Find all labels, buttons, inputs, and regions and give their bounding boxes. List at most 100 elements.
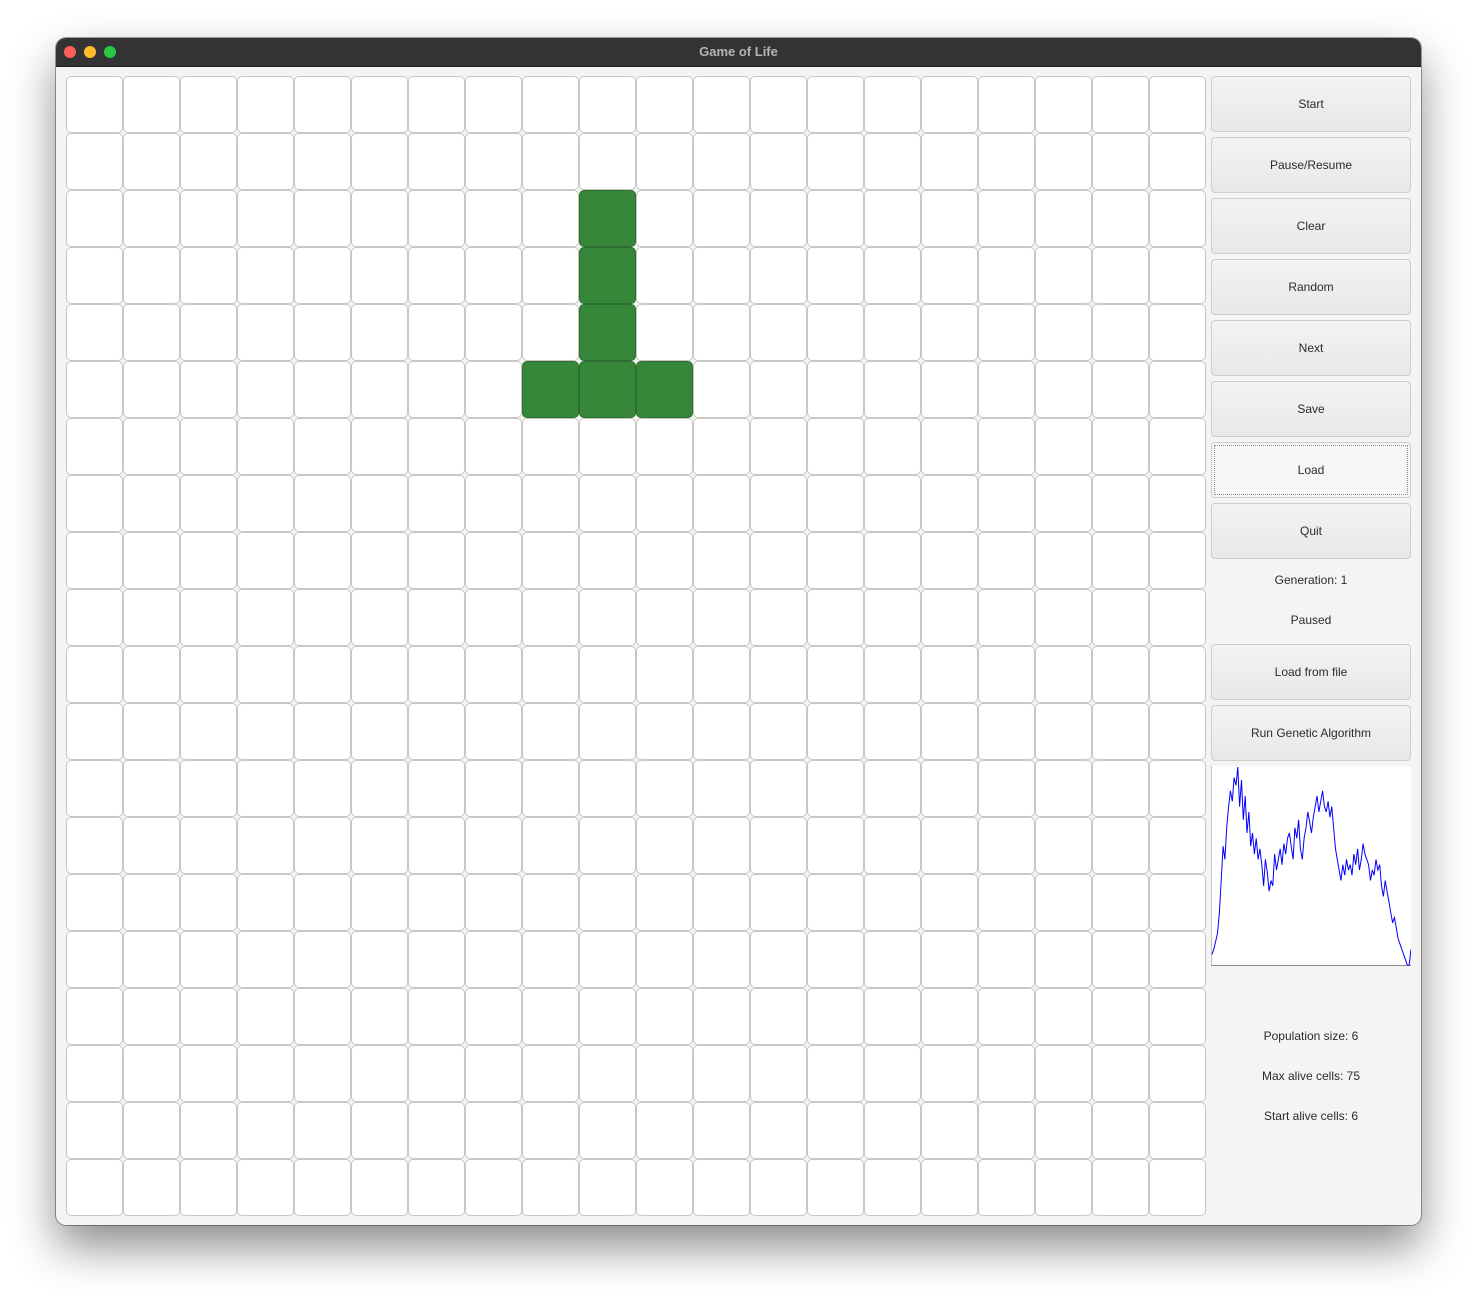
board-cell[interactable] <box>66 988 123 1045</box>
board-cell[interactable] <box>807 133 864 190</box>
board-cell[interactable] <box>921 361 978 418</box>
board-cell[interactable] <box>978 133 1035 190</box>
board-cell[interactable] <box>522 475 579 532</box>
board-cell[interactable] <box>1092 817 1149 874</box>
board-cell[interactable] <box>351 760 408 817</box>
board-cell[interactable] <box>807 76 864 133</box>
board-cell[interactable] <box>921 589 978 646</box>
board-cell[interactable] <box>1092 475 1149 532</box>
board-cell[interactable] <box>294 817 351 874</box>
board-cell[interactable] <box>1149 874 1206 931</box>
board-cell[interactable] <box>1092 646 1149 703</box>
board-cell[interactable] <box>978 931 1035 988</box>
board-cell[interactable] <box>693 646 750 703</box>
board-cell[interactable] <box>180 475 237 532</box>
board-cell[interactable] <box>978 361 1035 418</box>
board-cell[interactable] <box>978 760 1035 817</box>
board-cell[interactable] <box>864 589 921 646</box>
board-cell[interactable] <box>1035 247 1092 304</box>
board-cell[interactable] <box>864 874 921 931</box>
board-cell[interactable] <box>522 1102 579 1159</box>
board-cell[interactable] <box>636 646 693 703</box>
board-cell[interactable] <box>864 988 921 1045</box>
board-cell[interactable] <box>579 931 636 988</box>
board-cell[interactable] <box>636 190 693 247</box>
board-cell[interactable] <box>693 988 750 1045</box>
board-cell[interactable] <box>864 1045 921 1102</box>
board-cell[interactable] <box>351 133 408 190</box>
board-cell[interactable] <box>807 190 864 247</box>
board-cell[interactable] <box>1035 475 1092 532</box>
board-cell[interactable] <box>864 133 921 190</box>
board-cell[interactable] <box>807 703 864 760</box>
board-cell[interactable] <box>294 760 351 817</box>
board-cell[interactable] <box>465 760 522 817</box>
board-cell[interactable] <box>636 817 693 874</box>
board-cell[interactable] <box>807 475 864 532</box>
board-cell[interactable] <box>864 703 921 760</box>
board-cell[interactable] <box>750 247 807 304</box>
board-cell[interactable] <box>1035 133 1092 190</box>
board-cell[interactable] <box>1149 646 1206 703</box>
board-cell-alive[interactable] <box>579 361 636 418</box>
board-cell[interactable] <box>123 304 180 361</box>
board-cell[interactable] <box>180 760 237 817</box>
board-cell[interactable] <box>66 532 123 589</box>
board-cell[interactable] <box>1035 931 1092 988</box>
board-cell[interactable] <box>237 589 294 646</box>
board-cell[interactable] <box>579 703 636 760</box>
board-cell[interactable] <box>294 475 351 532</box>
board-cell[interactable] <box>408 988 465 1045</box>
board-cell[interactable] <box>237 1159 294 1216</box>
board-cell[interactable] <box>1035 646 1092 703</box>
board-cell[interactable] <box>66 247 123 304</box>
board-cell[interactable] <box>978 646 1035 703</box>
next-button[interactable]: Next <box>1211 320 1411 376</box>
board-cell[interactable] <box>237 361 294 418</box>
board-cell[interactable] <box>864 817 921 874</box>
board-cell[interactable] <box>123 817 180 874</box>
board-cell[interactable] <box>66 589 123 646</box>
board-cell[interactable] <box>351 1159 408 1216</box>
board-cell[interactable] <box>693 1045 750 1102</box>
board-cell[interactable] <box>636 1045 693 1102</box>
board-cell[interactable] <box>579 1159 636 1216</box>
board-cell[interactable] <box>750 76 807 133</box>
board-cell[interactable] <box>408 76 465 133</box>
board-cell[interactable] <box>522 76 579 133</box>
run-genetic-algorithm-button[interactable]: Run Genetic Algorithm <box>1211 705 1411 761</box>
board-cell[interactable] <box>864 475 921 532</box>
board-cell[interactable] <box>693 1159 750 1216</box>
board-cell[interactable] <box>66 304 123 361</box>
board-cell[interactable] <box>465 703 522 760</box>
board-cell[interactable] <box>1035 304 1092 361</box>
board-cell[interactable] <box>180 1102 237 1159</box>
board-cell[interactable] <box>921 817 978 874</box>
board-cell[interactable] <box>237 133 294 190</box>
board-cell[interactable] <box>180 646 237 703</box>
board-cell[interactable] <box>522 703 579 760</box>
board-cell[interactable] <box>408 589 465 646</box>
board-cell[interactable] <box>408 874 465 931</box>
board-cell[interactable] <box>1149 589 1206 646</box>
start-button[interactable]: Start <box>1211 76 1411 132</box>
board-cell[interactable] <box>66 76 123 133</box>
board-cell[interactable] <box>579 475 636 532</box>
board-cell[interactable] <box>180 931 237 988</box>
board-cell[interactable] <box>1035 874 1092 931</box>
board-cell[interactable] <box>636 874 693 931</box>
board-cell-alive[interactable] <box>579 190 636 247</box>
board-cell[interactable] <box>1035 760 1092 817</box>
board-cell[interactable] <box>750 646 807 703</box>
board-cell[interactable] <box>180 703 237 760</box>
board-cell[interactable] <box>522 988 579 1045</box>
board-cell[interactable] <box>180 361 237 418</box>
board-cell[interactable] <box>1092 418 1149 475</box>
board-cell[interactable] <box>1092 703 1149 760</box>
board-cell[interactable] <box>351 475 408 532</box>
board-cell[interactable] <box>1035 418 1092 475</box>
board-cell[interactable] <box>864 76 921 133</box>
board-cell[interactable] <box>294 532 351 589</box>
board-cell[interactable] <box>693 361 750 418</box>
board-cell[interactable] <box>294 361 351 418</box>
